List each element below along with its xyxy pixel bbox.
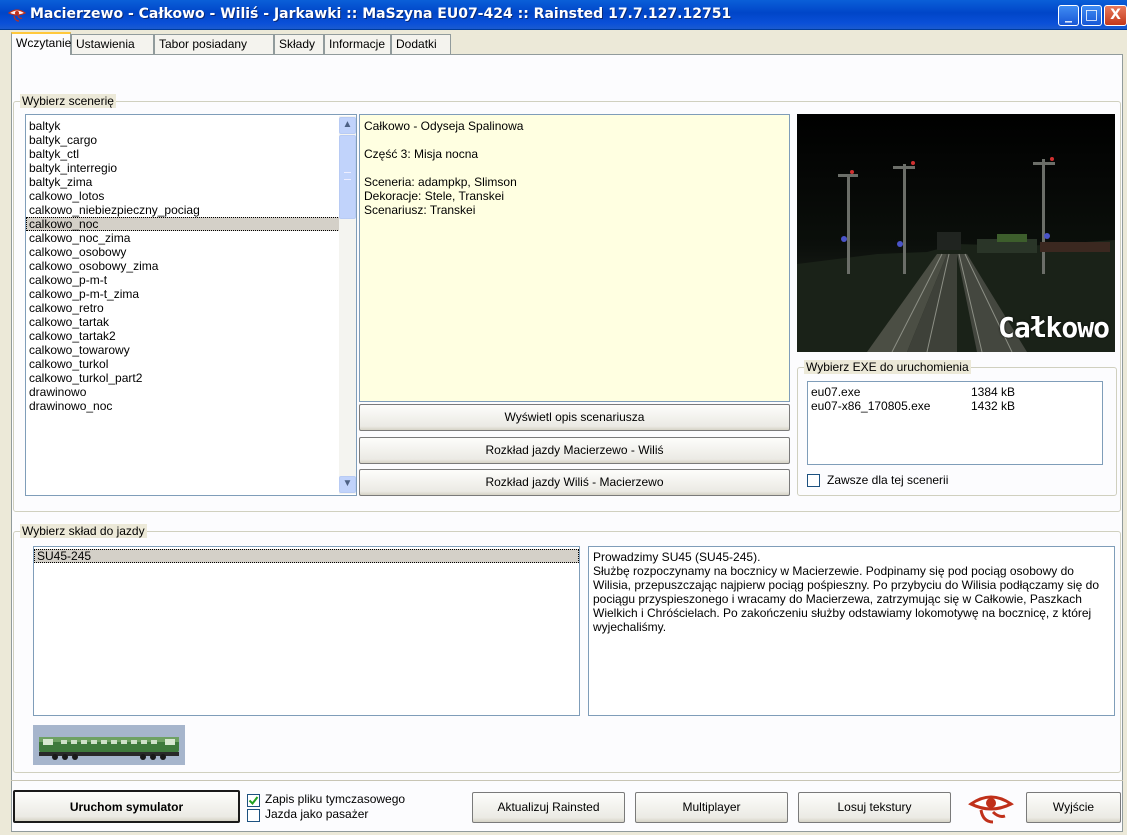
timetable-wilis-macierzewo-button[interactable]: Rozkład jazdy Wiliś - Macierzewo xyxy=(359,469,790,496)
locomotive-thumbnail xyxy=(33,725,185,765)
scenery-list-item[interactable]: calkowo_turkol xyxy=(26,357,356,371)
scenery-list-item[interactable]: drawinowo_noc xyxy=(26,399,356,413)
temp-file-checkbox[interactable] xyxy=(247,794,260,807)
tab-ustawienia[interactable]: Ustawienia xyxy=(71,34,154,54)
scenery-list-item[interactable]: baltyk_ctl xyxy=(26,147,356,161)
exe-group-label: Wybierz EXE do uruchomienia xyxy=(804,360,971,374)
scenery-list-item[interactable]: calkowo_retro xyxy=(26,301,356,315)
random-textures-button[interactable]: Losuj tekstury xyxy=(798,792,951,823)
rainsted-eye-logo-icon xyxy=(963,788,1019,828)
scenery-list-item[interactable]: baltyk_zima xyxy=(26,175,356,189)
scenery-preview-image: Całkowo xyxy=(797,114,1115,352)
scenery-scrollbar[interactable]: ▲ ▼ xyxy=(339,116,356,494)
scroll-down-icon[interactable]: ▼ xyxy=(339,476,356,493)
temp-file-label: Zapis pliku tymczasowego xyxy=(265,792,406,806)
exit-button[interactable]: Wyjście xyxy=(1026,792,1121,823)
scenery-list-item[interactable]: calkowo_p-m-t_zima xyxy=(26,287,356,301)
passenger-label: Jazda jako pasażer xyxy=(265,807,369,821)
scenery-group-label: Wybierz scenerię xyxy=(20,94,116,108)
tab-tabor-posiadany[interactable]: Tabor posiadany xyxy=(154,34,274,54)
scenery-list-item[interactable]: baltyk xyxy=(26,119,356,133)
tab-wczytanie[interactable]: Wczytanie xyxy=(11,32,71,55)
composition-group-label: Wybierz skład do jazdy xyxy=(20,524,147,538)
scenery-list-item[interactable]: drawinowo xyxy=(26,385,356,399)
minimize-button[interactable]: _ xyxy=(1058,5,1079,26)
exe-size: 1432 kB xyxy=(971,399,1016,413)
exe-row[interactable]: eu07-x86_170805.exe 1432 kB xyxy=(808,399,1102,413)
composition-description: Prowadzimy SU45 (SU45-245). Służbę rozpo… xyxy=(588,546,1115,716)
bottom-separator xyxy=(11,780,1123,781)
exe-size: 1384 kB xyxy=(971,385,1016,399)
run-simulator-button[interactable]: Uruchom symulator xyxy=(13,790,240,823)
scroll-up-icon[interactable]: ▲ xyxy=(339,117,356,134)
scenery-list-item[interactable]: calkowo_osobowy xyxy=(26,245,356,259)
exe-row[interactable]: eu07.exe 1384 kB xyxy=(808,385,1102,399)
exe-name: eu07-x86_170805.exe xyxy=(811,399,931,413)
close-button[interactable]: X xyxy=(1104,5,1127,26)
multiplayer-button[interactable]: Multiplayer xyxy=(635,792,788,823)
scroll-thumb[interactable] xyxy=(339,135,356,219)
scenery-list-item[interactable]: baltyk_cargo xyxy=(26,133,356,147)
timetable-macierzewo-wilis-button[interactable]: Rozkład jazdy Macierzewo - Wiliś xyxy=(359,437,790,464)
scenery-list-item[interactable]: calkowo_noc xyxy=(26,217,356,231)
composition-row[interactable]: SU45-245 xyxy=(34,549,579,563)
title-bar[interactable]: Macierzewo - Całkowo - Wiliś - Jarkawki … xyxy=(0,0,1127,30)
tab-informacje[interactable]: Informacje xyxy=(324,34,391,54)
window-title: Macierzewo - Całkowo - Wiliś - Jarkawki … xyxy=(30,6,732,22)
show-scenario-description-button[interactable]: Wyświetl opis scenariusza xyxy=(359,404,790,431)
preview-caption: Całkowo xyxy=(997,311,1110,344)
scenery-list[interactable]: baltyk baltyk_cargo baltyk_ctl baltyk_inter… xyxy=(25,114,357,496)
scenery-list-item[interactable]: calkowo_niebiezpieczny_pociag xyxy=(26,203,356,217)
maximize-button[interactable]: □ xyxy=(1081,5,1102,26)
update-rainsted-button[interactable]: Aktualizuj Rainsted xyxy=(472,792,625,823)
scenery-list-item[interactable]: calkowo_lotos xyxy=(26,189,356,203)
checkmark-icon xyxy=(248,796,259,806)
passenger-checkbox[interactable] xyxy=(247,809,260,822)
scenery-list-item[interactable]: calkowo_noc_zima xyxy=(26,231,356,245)
scenery-list-item[interactable]: calkowo_p-m-t xyxy=(26,273,356,287)
scenery-list-item[interactable]: baltyk_interregio xyxy=(26,161,356,175)
scenery-list-item[interactable]: calkowo_towarowy xyxy=(26,343,356,357)
exe-list[interactable]: eu07.exe 1384 kB eu07-x86_170805.exe 143… xyxy=(807,381,1103,465)
always-for-scenery-checkbox[interactable] xyxy=(807,474,820,487)
tab-dodatki[interactable]: Dodatki xyxy=(391,34,451,54)
always-for-scenery-label: Zawsze dla tej scenerii xyxy=(827,473,949,487)
composition-list[interactable]: SU45-245 xyxy=(33,546,580,716)
tab-sklady[interactable]: Składy xyxy=(274,34,324,54)
scenery-list-item[interactable]: calkowo_osobowy_zima xyxy=(26,259,356,273)
scenery-list-item[interactable]: calkowo_tartak xyxy=(26,315,356,329)
scenario-description: Całkowo - Odyseja Spalinowa Część 3: Mis… xyxy=(359,114,790,402)
exe-name: eu07.exe xyxy=(811,385,861,399)
scenery-list-item[interactable]: calkowo_turkol_part2 xyxy=(26,371,356,385)
app-eye-icon xyxy=(8,9,26,22)
scenery-list-item[interactable]: calkowo_tartak2 xyxy=(26,329,356,343)
